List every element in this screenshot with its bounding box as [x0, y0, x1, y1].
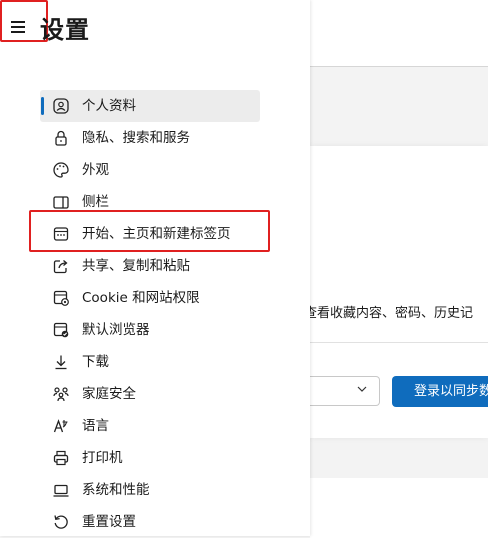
settings-content-area: 查看收藏内容、密码、历史记 登录以同步数据: [304, 0, 488, 538]
sync-description: 查看收藏内容、密码、历史记: [304, 306, 474, 321]
sidebar-item-printers[interactable]: 打印机: [40, 442, 262, 474]
sidebar-item-label: 共享、复制和粘贴: [82, 258, 190, 274]
settings-sidebar: 设置 个人资料 隐私、搜索和服务 外观 侧栏 开始、主页和新建标签页 共享、复制…: [0, 0, 310, 536]
sidebar-item-label: 隐私、搜索和服务: [82, 130, 190, 146]
sign-in-sync-button[interactable]: 登录以同步数据: [392, 376, 488, 407]
sidebar-item-label: 家庭安全: [82, 386, 136, 402]
sidebar-item-system-performance[interactable]: 系统和性能: [40, 474, 262, 506]
content-card: [310, 478, 488, 538]
language-icon: [53, 419, 68, 433]
content-top-bar: [310, 0, 488, 67]
lock-icon: [55, 130, 67, 146]
page-title: 设置: [40, 16, 90, 44]
sidebar-item-profile[interactable]: 个人资料: [40, 90, 260, 122]
laptop-icon: [53, 484, 69, 497]
sidebar-item-downloads[interactable]: 下载: [40, 346, 262, 378]
sidebar-item-family-safety[interactable]: 家庭安全: [40, 378, 262, 410]
download-icon: [55, 355, 67, 370]
default-browser-icon: [53, 322, 69, 338]
reset-icon: [54, 515, 68, 529]
sidebar-item-languages[interactable]: 语言: [40, 410, 262, 442]
sidebar-item-label: 默认浏览器: [82, 322, 150, 338]
sidebar-item-reset-settings[interactable]: 重置设置: [40, 506, 262, 538]
sidebar-item-label: 外观: [82, 162, 109, 178]
card-divider: [310, 342, 488, 343]
hamburger-menu-icon[interactable]: [4, 12, 32, 40]
sidebar-item-label: 系统和性能: [82, 482, 150, 498]
sidebar-item-label: 个人资料: [82, 98, 136, 114]
sidebar-item-label: 语言: [82, 418, 109, 434]
sidebar-item-label: 打印机: [82, 450, 123, 466]
palette-icon: [53, 162, 69, 178]
sidebar-item-default-browser[interactable]: 默认浏览器: [40, 314, 262, 346]
family-icon: [53, 387, 69, 402]
sidebar-item-privacy[interactable]: 隐私、搜索和服务: [40, 122, 262, 154]
sidebar-item-appearance[interactable]: 外观: [40, 154, 262, 186]
sidebar-item-share-copy-paste[interactable]: 共享、复制和粘贴: [40, 250, 262, 282]
sidebar-item-label: 下载: [82, 354, 109, 370]
printer-icon: [53, 450, 69, 466]
share-icon: [53, 260, 68, 274]
sidebar-nav-list: 个人资料 隐私、搜索和服务 外观 侧栏 开始、主页和新建标签页 共享、复制和粘贴…: [40, 90, 262, 538]
site-permissions-icon: [53, 290, 69, 306]
sidebar-item-start-home-newtab[interactable]: 开始、主页和新建标签页: [40, 218, 262, 250]
home-grid-icon: [53, 227, 69, 241]
sidebar-item-sidebar[interactable]: 侧栏: [40, 186, 262, 218]
profile-dropdown[interactable]: [310, 376, 380, 406]
sidebar-item-label: Cookie 和网站权限: [82, 290, 200, 306]
profile-icon: [53, 98, 69, 114]
sidebar-item-label: 侧栏: [82, 194, 109, 210]
chevron-down-icon: [357, 386, 367, 392]
sidebar-item-label: 重置设置: [82, 514, 136, 530]
sidebar-icon: [53, 196, 69, 209]
sidebar-item-cookies-permissions[interactable]: Cookie 和网站权限: [40, 282, 262, 314]
sidebar-item-label: 开始、主页和新建标签页: [82, 226, 231, 242]
